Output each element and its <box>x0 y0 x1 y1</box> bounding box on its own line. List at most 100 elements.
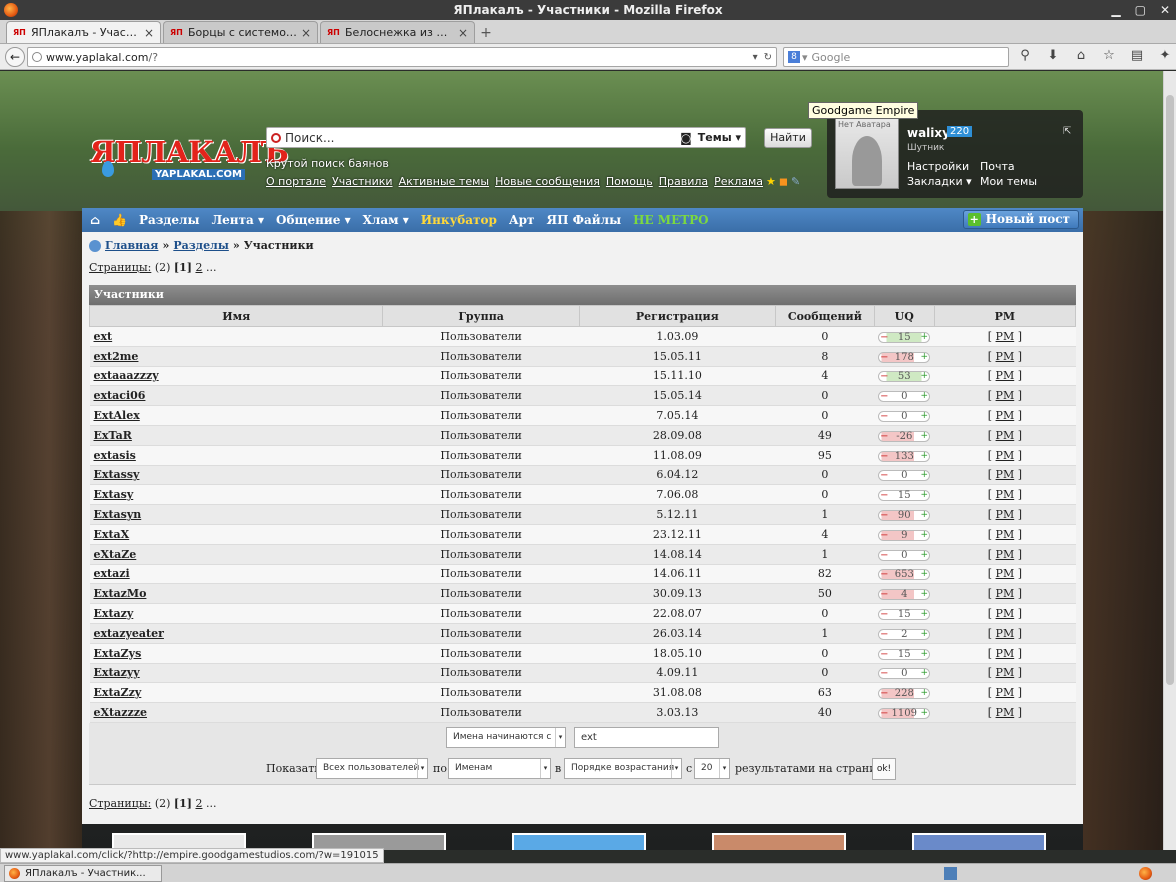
tab-yaplakal-members[interactable]: ЯП ЯПлакалъ - Участн... × <box>6 21 161 43</box>
rss-icon[interactable]: ◼ <box>779 175 788 188</box>
camera-icon[interactable]: ◙ <box>680 131 692 145</box>
tab-bortsy[interactable]: ЯП Борцы с системой ... × <box>163 21 318 43</box>
link-new-posts[interactable]: Новые сообщения <box>495 175 600 188</box>
send-pm-link[interactable]: PM <box>996 508 1015 521</box>
addon-icon[interactable]: ✦ <box>1156 48 1174 63</box>
uq-plus-button[interactable]: + <box>919 511 929 520</box>
taskbar-firefox-window[interactable]: ЯПлакалъ - Участник... <box>4 865 162 882</box>
send-pm-link[interactable]: PM <box>996 706 1015 719</box>
link-active-topics[interactable]: Активные темы <box>399 175 490 188</box>
uq-minus-button[interactable]: − <box>879 570 889 580</box>
new-tab-button[interactable]: + <box>477 23 495 43</box>
send-pm-link[interactable]: PM <box>996 429 1015 442</box>
link-bookmarks[interactable]: Закладки ▾ <box>907 175 980 188</box>
minimize-button[interactable]: ▁ <box>1111 0 1120 20</box>
send-pm-link[interactable]: PM <box>996 627 1015 640</box>
header-tagline[interactable]: Крутой поиск баянов <box>266 157 389 170</box>
maximize-button[interactable]: ▢ <box>1135 0 1146 20</box>
uq-minus-button[interactable]: − <box>879 451 889 461</box>
member-name-link[interactable]: ExtaZzy <box>89 682 383 704</box>
member-name-link[interactable]: extasis <box>89 445 383 466</box>
column-header-group[interactable]: Группа <box>382 305 580 327</box>
uq-plus-button[interactable]: + <box>919 550 929 560</box>
uq-minus-button[interactable]: − <box>879 471 889 481</box>
uq-minus-button[interactable]: − <box>879 431 889 441</box>
page-2-link[interactable]: 2 <box>195 261 202 274</box>
breadcrumb-home[interactable]: Главная <box>105 239 158 252</box>
uq-minus-button[interactable]: − <box>879 550 889 560</box>
sort-field-select[interactable]: Именам ▾ <box>448 758 551 779</box>
menu-feed[interactable]: Лента ▾ <box>212 213 264 227</box>
uq-plus-button[interactable]: + <box>919 590 929 599</box>
member-name-link[interactable]: eXtaZe <box>89 544 383 565</box>
pages-label[interactable]: Страницы: <box>89 797 151 810</box>
member-name-link[interactable]: Extasyn <box>89 504 383 525</box>
avatar[interactable]: Нет Аватара <box>835 117 899 189</box>
new-post-button[interactable]: + Новый пост <box>962 210 1079 229</box>
ok-button[interactable]: ok! <box>872 758 896 780</box>
username[interactable]: walixy <box>907 126 950 140</box>
link-rules[interactable]: Правила <box>659 175 708 188</box>
close-tab-icon[interactable]: × <box>144 26 154 40</box>
member-name-link[interactable]: ExtazMo <box>89 583 383 605</box>
member-name-link[interactable]: ext <box>89 326 383 347</box>
link-help[interactable]: Помощь <box>606 175 653 188</box>
member-name-link[interactable]: extazi <box>89 564 383 585</box>
uq-minus-button[interactable]: − <box>879 530 889 540</box>
member-name-link[interactable]: eXtazzze <box>89 702 383 723</box>
column-header-uq[interactable]: UQ <box>873 305 935 327</box>
link-mail[interactable]: Почта <box>980 160 1060 173</box>
per-page-select[interactable]: 20 ▾ <box>694 758 730 779</box>
thumbnail-image[interactable] <box>912 833 1046 850</box>
close-window-button[interactable]: ✕ <box>1160 0 1170 20</box>
uq-minus-button[interactable]: − <box>879 590 889 600</box>
uq-minus-button[interactable]: − <box>879 511 889 521</box>
menu-incubator[interactable]: Инкубатор <box>421 213 497 227</box>
uq-plus-button[interactable]: + <box>919 610 929 619</box>
uq-plus-button[interactable]: + <box>919 471 929 480</box>
column-header-name[interactable]: Имя <box>88 305 384 327</box>
member-name-link[interactable]: ExtAlex <box>89 405 383 426</box>
search-engine-icon[interactable]: 8 <box>788 51 800 63</box>
send-pm-link[interactable]: PM <box>996 647 1015 660</box>
send-pm-link[interactable]: PM <box>996 548 1015 561</box>
uq-minus-button[interactable]: − <box>879 392 889 402</box>
send-pm-link[interactable]: PM <box>996 607 1015 620</box>
uq-plus-button[interactable]: + <box>919 709 929 718</box>
send-pm-link[interactable]: PM <box>996 567 1015 580</box>
member-name-link[interactable]: Extazyy <box>89 663 383 684</box>
link-about[interactable]: О портале <box>266 175 326 188</box>
uq-plus-button[interactable]: + <box>919 332 929 342</box>
uq-minus-button[interactable]: − <box>879 689 889 699</box>
send-pm-link[interactable]: PM <box>996 468 1015 481</box>
send-pm-link[interactable]: PM <box>996 587 1015 600</box>
uq-minus-button[interactable]: − <box>879 709 889 719</box>
logout-icon[interactable]: ⇱ <box>1063 126 1071 137</box>
uq-minus-button[interactable]: − <box>879 491 889 501</box>
thumbs-up-icon[interactable]: 👍 <box>112 213 127 227</box>
name-filter-input[interactable]: ext <box>574 727 719 748</box>
menu-chat[interactable]: Общение ▾ <box>276 213 351 227</box>
binoculars-icon[interactable]: ⚲ <box>1016 48 1034 63</box>
page-scrollbar[interactable] <box>1163 71 1176 850</box>
uq-plus-button[interactable]: + <box>919 372 929 381</box>
clipboard-icon[interactable]: ▤ <box>1128 48 1146 63</box>
menu-junk[interactable]: Хлам ▾ <box>363 213 409 227</box>
pages-label[interactable]: Страницы: <box>89 261 151 274</box>
firefox-tray-icon[interactable] <box>1139 867 1152 880</box>
column-header-pm[interactable]: PM <box>933 305 1077 327</box>
send-pm-link[interactable]: PM <box>996 666 1015 679</box>
tab-belosnezhka[interactable]: ЯП Белоснежка из 9 р... × <box>320 21 475 43</box>
back-button[interactable]: ← <box>5 47 25 67</box>
member-name-link[interactable]: ext2me <box>89 346 383 367</box>
link-settings[interactable]: Настройки <box>907 160 980 173</box>
column-header-registration[interactable]: Регистрация <box>578 305 776 327</box>
search-scope-select[interactable]: Темы ▾ <box>698 131 741 144</box>
uq-plus-button[interactable]: + <box>919 530 929 540</box>
send-pm-link[interactable]: PM <box>996 350 1015 363</box>
menu-sections[interactable]: Разделы <box>139 213 200 227</box>
member-name-link[interactable]: extaci06 <box>89 385 383 407</box>
uq-minus-button[interactable]: − <box>879 610 889 620</box>
attachment-icon[interactable]: ✎ <box>791 175 800 188</box>
send-pm-link[interactable]: PM <box>996 449 1015 462</box>
